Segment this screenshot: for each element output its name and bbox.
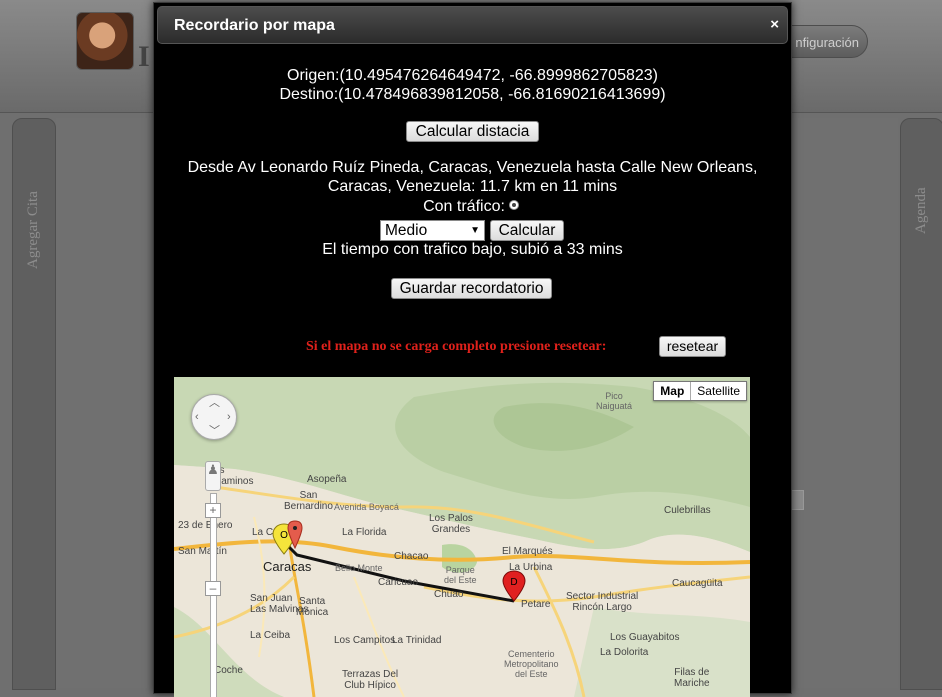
map-label-chuao: Chuao (434, 589, 464, 600)
map-label-bello-monte: Bello Monte (335, 563, 383, 573)
map-label-la-ceiba: La Ceiba (250, 630, 291, 641)
map-label-la-florida: La Florida (342, 527, 387, 538)
pan-control[interactable]: ︿ ﹀ ‹ › (191, 394, 237, 440)
map-label-caucaguita: Caucagüita (672, 578, 723, 589)
map-label-el-marques: El Marqués (502, 546, 553, 557)
pan-left-icon[interactable]: ‹ (195, 412, 199, 423)
zoom-in-button[interactable]: + (205, 503, 221, 518)
map-reminder-dialog: Recordario por mapa × Origen:(10.4954762… (153, 2, 792, 697)
zoom-slider-handle[interactable]: – (205, 581, 221, 596)
route-summary-line2: Caracas, Venezuela: 11.7 km en 11 mins (327, 178, 618, 195)
map-label-los-campitos: Los Campitos (334, 635, 396, 646)
dialog-title: Recordario por mapa (174, 17, 335, 34)
map-label-coche: Coche (214, 665, 243, 676)
chevron-down-icon: ▼ (470, 225, 480, 236)
destination-coordinates: Destino:(10.478496839812058, -66.8169021… (279, 86, 666, 103)
map-type-map[interactable]: Map (654, 382, 692, 400)
calculate-button[interactable]: Calcular (490, 220, 564, 241)
map-label-san-martin: San Martín (178, 546, 227, 557)
calculate-distance-button[interactable]: Calcular distacia (406, 121, 539, 142)
map-label-chacao: Chacao (394, 551, 429, 562)
map-label-la-dolorita: La Dolorita (600, 647, 649, 658)
map-label-los-guayabitos: Los Guayabitos (610, 632, 680, 643)
traffic-label: Con tráfico: (423, 198, 505, 215)
avatar[interactable] (76, 12, 134, 70)
map-label-avenida-boyaca: Avenida Boyacá (334, 502, 399, 512)
map-label-la-trinidad: La Trinidad (392, 635, 442, 646)
reset-button[interactable]: resetear (659, 336, 726, 357)
add-appointment-tab[interactable]: Agregar Cita (12, 118, 56, 690)
background-field (790, 490, 804, 510)
origin-coordinates: Origen:(10.495476264649472, -66.89998627… (287, 67, 658, 84)
destination-marker-label: D (510, 577, 517, 588)
pan-up-icon[interactable]: ︿ (209, 398, 220, 409)
destination-marker[interactable]: D (502, 570, 526, 602)
agenda-label: Agenda (913, 187, 929, 234)
map-label-sector-industrial: Sector Industrial Rincón Largo (566, 591, 639, 613)
traffic-radio[interactable] (509, 200, 519, 210)
route-summary-line1: Desde Av Leonardo Ruíz Pineda, Caracas, … (187, 159, 758, 176)
pan-down-icon[interactable]: ﹀ (209, 426, 220, 437)
pan-right-icon[interactable]: › (227, 412, 231, 423)
traffic-level-select[interactable]: Medio ▼ (380, 220, 485, 241)
map-label-pico-naiguata: Pico Naiguatá (596, 391, 633, 411)
map-type-satellite[interactable]: Satellite (691, 382, 746, 400)
map-label-santa-monica: Santa Mónica (296, 596, 329, 618)
map-label-23-enero: 23 de Enero (178, 520, 233, 531)
map-type-control[interactable]: Map Satellite (653, 381, 747, 401)
close-icon[interactable]: × (770, 16, 779, 33)
map-label-caricuao: Caricuao (378, 577, 419, 588)
map-label-filas-mariche: Filas de Mariche (674, 667, 710, 689)
map-label-caracas: Caracas (263, 559, 312, 574)
route-map[interactable]: Pico Naiguatá Culebrillas Asopeña San Bern… (174, 377, 750, 697)
add-appointment-label: Agregar Cita (25, 191, 41, 269)
map-label-san-bernardino: San Bernardino (284, 490, 333, 512)
map-label-terrazas: Terrazas Del Club Hípico (342, 669, 399, 691)
reset-warning: Si el mapa no se carga completo presione… (306, 339, 607, 354)
map-label-parque-del-este: Parque del Este (444, 565, 477, 585)
map-label-culebrillas: Culebrillas (664, 505, 711, 516)
map-label-los-palos-grandes: Los Palos Grandes (429, 513, 473, 535)
map-label-cementerio: Cementerio Metropolitano del Este (504, 649, 559, 679)
dialog-titlebar[interactable]: Recordario por mapa × (157, 6, 788, 44)
agenda-tab[interactable]: Agenda (900, 118, 942, 690)
save-reminder-button[interactable]: Guardar recordatorio (391, 278, 552, 299)
page-title-fragment: I (138, 40, 150, 73)
target-pin (287, 520, 303, 550)
traffic-result: El tiempo con trafico bajo, subió a 33 m… (322, 241, 623, 258)
map-label-asopena: Asopeña (307, 474, 347, 485)
traffic-level-value: Medio (385, 222, 428, 239)
pegman-icon[interactable]: ♟ (205, 461, 221, 491)
